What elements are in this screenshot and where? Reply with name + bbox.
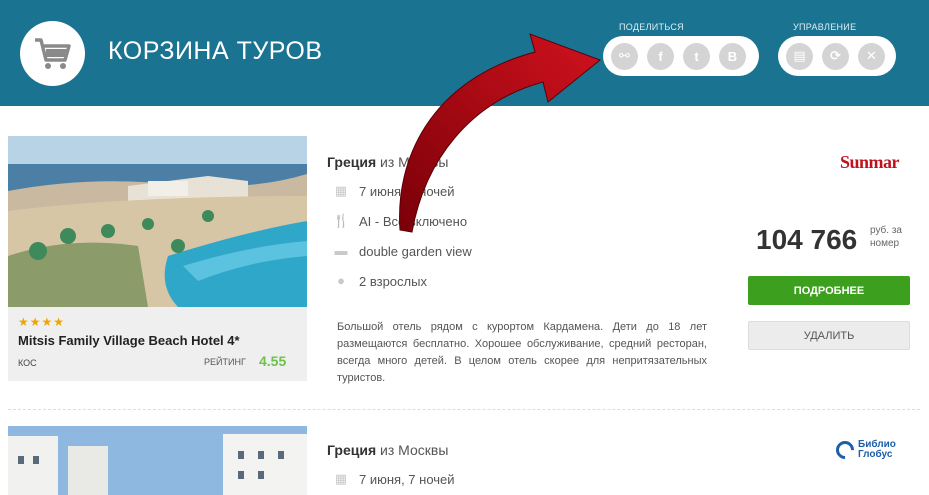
- tour-price: 104 766: [756, 224, 858, 255]
- bed-icon: ▬: [334, 243, 348, 258]
- cutlery-icon: 🍴: [333, 213, 350, 228]
- delete-button[interactable]: УДАЛИТЬ: [748, 321, 910, 350]
- tour-card: ★★★★ Mitsis Family Village Beach Hotel 4…: [8, 136, 920, 396]
- tour-dates: 7 июня, 7 ночей: [359, 183, 455, 199]
- manage-label: УПРАВЛЕНИЕ: [793, 22, 857, 32]
- tour-dates: 7 июня, 7 ночей: [359, 471, 455, 487]
- rating-value: 4.55: [259, 353, 287, 369]
- destination: Греция из Москвы: [327, 154, 448, 170]
- manage-group: ▤ ⟳ ✕: [778, 36, 896, 76]
- guests: 2 взрослых: [359, 273, 427, 289]
- room-type: double garden view: [359, 243, 472, 259]
- hotel-region: КОС: [18, 358, 37, 368]
- meal-plan: AI - Все включено: [359, 213, 468, 229]
- price-unit: руб. за номер: [870, 225, 902, 249]
- destination-from: из Москвы: [380, 442, 449, 458]
- details-button[interactable]: ПОДРОБНЕЕ: [748, 276, 910, 305]
- guests-row: ● 2 взрослых: [333, 273, 427, 289]
- tour-dates-row: ▦ 7 июня, 7 ночей: [333, 183, 455, 199]
- page-header: КОРЗИНА ТУРОВ ПОДЕЛИТЬСЯ ⚯ f t B УПРАВЛЕ…: [0, 0, 929, 106]
- facebook-icon[interactable]: f: [647, 42, 674, 70]
- card-divider: [8, 409, 920, 410]
- hotel-photo-image: [8, 426, 307, 495]
- tour-card: Греция из Москвы ▦ 7 июня, 7 ночей Библи…: [8, 426, 920, 495]
- calendar-icon: ▦: [334, 471, 348, 486]
- hotel-photo[interactable]: [8, 136, 307, 307]
- cart-logo: [20, 21, 85, 86]
- vkontakte-icon[interactable]: B: [719, 42, 746, 70]
- operator-logo: Sunmar: [840, 152, 900, 172]
- hotel-info: ★★★★ Mitsis Family Village Beach Hotel 4…: [8, 307, 307, 381]
- meal-row: 🍴 AI - Все включено: [333, 213, 467, 229]
- share-group: ⚯ f t B: [603, 36, 759, 76]
- print-icon[interactable]: ▤: [786, 42, 813, 70]
- destination-country: Греция: [327, 442, 377, 458]
- rating-label: РЕЙТИНГ: [204, 357, 246, 367]
- refresh-icon[interactable]: ⟳: [822, 42, 849, 70]
- calendar-icon: ▦: [334, 183, 348, 198]
- people-icon: ●: [337, 273, 345, 288]
- biblio-globus-logo-icon: [832, 437, 858, 463]
- shopping-cart-icon: [34, 37, 71, 69]
- page-title: КОРЗИНА ТУРОВ: [108, 37, 323, 65]
- hotel-name[interactable]: Mitsis Family Village Beach Hotel 4*: [18, 333, 240, 348]
- hotel-photo[interactable]: [8, 426, 307, 495]
- hotel-description: Большой отель рядом с курортом Кардамена…: [337, 321, 707, 384]
- destination: Греция из Москвы: [327, 442, 448, 458]
- room-row: ▬ double garden view: [333, 243, 472, 259]
- share-label: ПОДЕЛИТЬСЯ: [619, 22, 684, 32]
- hotel-stars: ★★★★: [18, 315, 66, 329]
- operator-name-line2: Глобус: [858, 449, 893, 460]
- close-icon[interactable]: ✕: [858, 42, 885, 70]
- tour-dates-row: ▦ 7 июня, 7 ночей: [333, 471, 455, 487]
- link-icon[interactable]: ⚯: [611, 42, 638, 70]
- twitter-icon[interactable]: t: [683, 42, 710, 70]
- destination-from: из Москвы: [380, 154, 449, 170]
- destination-country: Греция: [327, 154, 377, 170]
- operator-logo: Библио Глобус: [832, 437, 896, 463]
- hotel-photo-image: [8, 136, 307, 307]
